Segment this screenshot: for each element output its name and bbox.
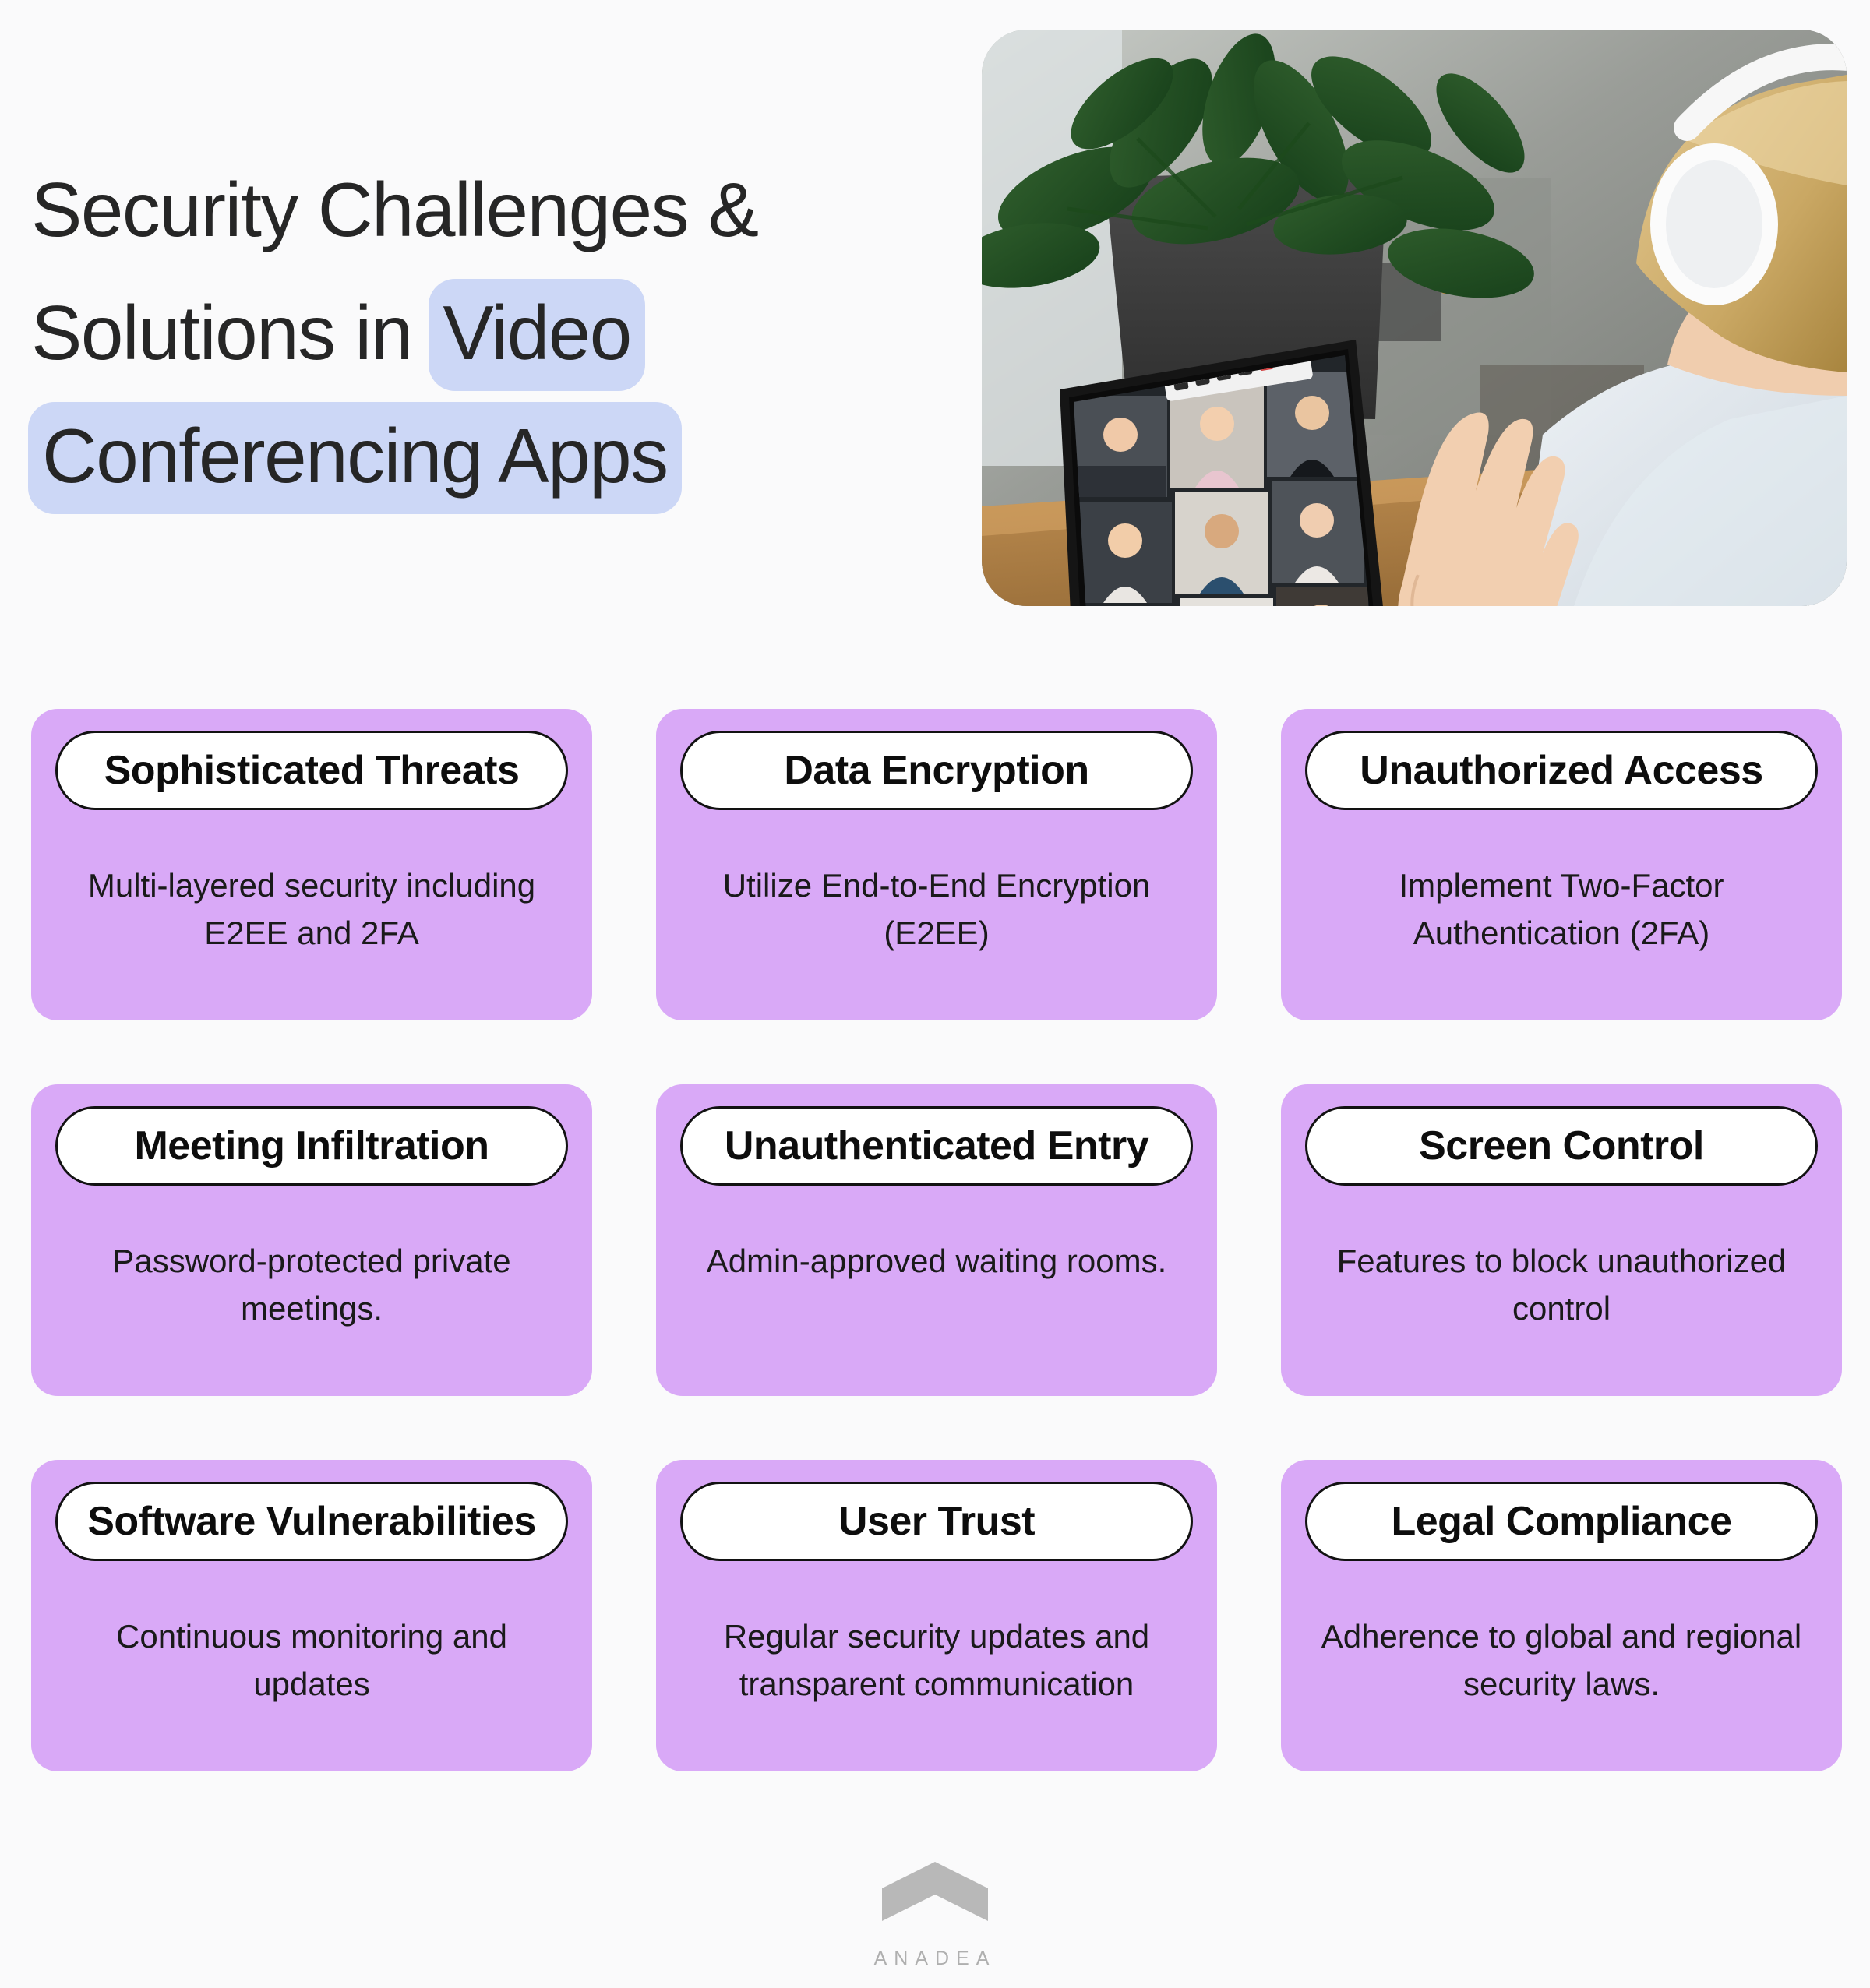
card-description: Continuous monitoring and updates [116, 1618, 507, 1702]
card-description: Password-protected private meetings. [112, 1242, 511, 1327]
page-title-line-1-text: Security Challenges & [31, 167, 759, 252]
card-unauthenticated-entry[interactable]: Unauthenticated Entry Admin-approved wai… [656, 1084, 1217, 1396]
card-meeting-infiltration[interactable]: Meeting Infiltration Password-protected … [31, 1084, 592, 1396]
card-title: Meeting Infiltration [134, 1123, 489, 1168]
card-title-pill: User Trust [680, 1482, 1193, 1561]
card-software-vulnerabilities[interactable]: Software Vulnerabilities Continuous moni… [31, 1460, 592, 1771]
card-title-pill: Screen Control [1305, 1106, 1818, 1186]
infographic-page: Security Challenges & Solutions in Video… [0, 0, 1870, 1988]
card-description: Regular security updates and transparent… [723, 1618, 1150, 1702]
video-conference-hero-photo [982, 30, 1847, 606]
card-description: Features to block unauthorized control [1336, 1242, 1787, 1327]
card-title-pill: Legal Compliance [1305, 1482, 1818, 1561]
card-title: Screen Control [1419, 1123, 1704, 1168]
page-title: Security Challenges & Solutions in Video… [28, 148, 927, 517]
card-title: Software Vulnerabilities [87, 1499, 536, 1544]
page-title-line-2-text: Solutions in [31, 290, 432, 375]
card-title: Unauthorized Access [1360, 748, 1763, 793]
card-title: User Trust [838, 1499, 1036, 1544]
card-title-pill: Unauthenticated Entry [680, 1106, 1193, 1186]
card-description: Admin-approved waiting rooms. [706, 1242, 1167, 1279]
card-title: Sophisticated Threats [104, 748, 520, 793]
brand-name: ANADEA [873, 1947, 997, 1969]
card-legal-compliance[interactable]: Legal Compliance Adherence to global and… [1281, 1460, 1842, 1771]
card-data-encryption[interactable]: Data Encryption Utilize End-to-End Encry… [656, 709, 1217, 1020]
card-description: Adherence to global and regional securit… [1321, 1618, 1802, 1702]
card-screen-control[interactable]: Screen Control Features to block unautho… [1281, 1084, 1842, 1396]
card-description: Implement Two-Factor Authentication (2FA… [1399, 867, 1724, 951]
card-title-pill: Unauthorized Access [1305, 731, 1818, 810]
card-sophisticated-threats[interactable]: Sophisticated Threats Multi-layered secu… [31, 709, 592, 1020]
page-title-line-1: Security Challenges & [31, 148, 927, 271]
card-title-pill: Sophisticated Threats [55, 731, 568, 810]
card-description: Multi-layered security including E2EE an… [87, 867, 536, 951]
card-description: Utilize End-to-End Encryption (E2EE) [722, 867, 1151, 951]
footer-brand: ANADEA [0, 1862, 1870, 1970]
card-unauthorized-access[interactable]: Unauthorized Access Implement Two-Factor… [1281, 709, 1842, 1020]
page-title-line-2: Solutions in Video [31, 271, 927, 394]
page-title-highlight-conferencing-apps: Conferencing Apps [28, 402, 682, 514]
chevron-up-mark-icon [882, 1862, 988, 1921]
card-title: Data Encryption [784, 748, 1089, 793]
page-title-highlight-video: Video [429, 279, 645, 391]
card-title-pill: Software Vulnerabilities [55, 1482, 568, 1561]
challenge-solution-grid: Sophisticated Threats Multi-layered secu… [31, 709, 1842, 1771]
card-title-pill: Meeting Infiltration [55, 1106, 568, 1186]
hero-section: Security Challenges & Solutions in Video… [0, 0, 1870, 647]
card-title: Legal Compliance [1391, 1499, 1733, 1544]
card-title-pill: Data Encryption [680, 731, 1193, 810]
page-title-line-3: Conferencing Apps [28, 394, 927, 517]
card-user-trust[interactable]: User Trust Regular security updates and … [656, 1460, 1217, 1771]
card-title: Unauthenticated Entry [724, 1123, 1149, 1168]
